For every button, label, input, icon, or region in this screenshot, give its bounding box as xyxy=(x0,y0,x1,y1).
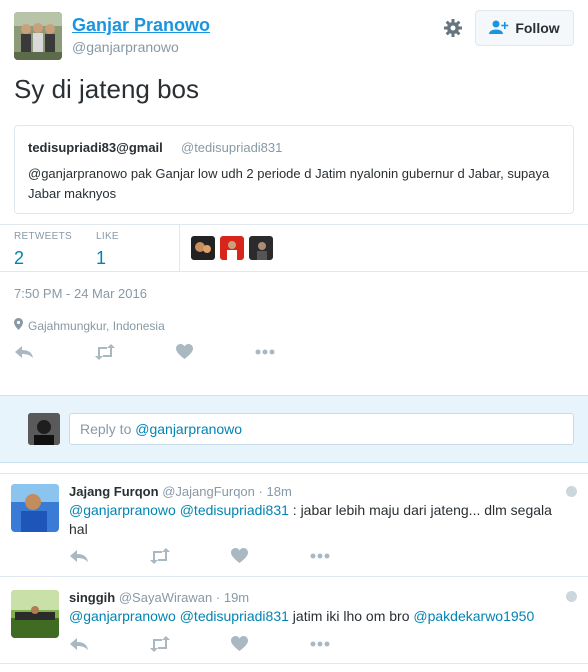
reply-avatar[interactable] xyxy=(11,590,59,638)
heart-icon[interactable] xyxy=(176,344,193,365)
retweet-icon[interactable] xyxy=(149,548,171,569)
reply-text: @ganjarpranowo @tedisupriadi831 : jabar … xyxy=(69,501,569,539)
reply-author-name-text: singgih xyxy=(69,590,116,605)
reply-actions xyxy=(69,636,339,652)
likes-label: LIKE xyxy=(96,231,119,242)
more-icon[interactable] xyxy=(255,344,275,365)
reply-author-handle: @JajangFurqon xyxy=(162,484,255,499)
quoted-author-handle: @tedisupriadi831 xyxy=(181,140,283,155)
divider xyxy=(0,224,588,225)
reply-menu-icon[interactable] xyxy=(566,591,577,602)
divider xyxy=(0,271,588,272)
reply-body: jatim iki lho om bro xyxy=(288,608,414,624)
likers-avatars xyxy=(191,236,273,260)
reply-mentions[interactable]: @ganjarpranowo @tedisupriadi831 xyxy=(69,502,289,518)
tweet-location[interactable]: Gajahmungkur, Indonesia xyxy=(14,318,165,333)
reply-sep: · xyxy=(258,484,263,499)
reply-avatar[interactable] xyxy=(11,484,59,532)
follow-button[interactable]: Follow xyxy=(475,10,574,46)
reply-placeholder-mention: @ganjarpranowo xyxy=(135,421,243,437)
reply-icon[interactable] xyxy=(14,344,34,365)
likes-count: 1 xyxy=(96,248,107,268)
current-user-avatar xyxy=(28,413,60,445)
author-name[interactable]: Ganjar Pranowo xyxy=(72,15,210,36)
retweet-icon[interactable] xyxy=(94,344,116,365)
divider xyxy=(179,225,180,271)
reply-icon[interactable] xyxy=(69,548,89,569)
reply-time[interactable]: 19m xyxy=(224,590,249,605)
reply-tweet[interactable]: Jajang Furqon @JajangFurqon · 18m @ganja… xyxy=(0,473,588,577)
reply-mention-2[interactable]: @pakdekarwo1950 xyxy=(413,608,534,624)
reply-mentions[interactable]: @ganjarpranowo @tedisupriadi831 xyxy=(69,608,289,624)
retweets-count: 2 xyxy=(14,248,25,268)
likes-stat[interactable]: LIKE 1 xyxy=(96,231,119,269)
heart-icon[interactable] xyxy=(231,548,248,569)
more-icon[interactable] xyxy=(310,636,330,657)
reply-sep: · xyxy=(215,590,221,605)
reply-actions xyxy=(69,548,339,564)
author-handle[interactable]: @ganjarpranowo xyxy=(72,39,179,55)
add-user-icon xyxy=(489,20,509,37)
liker-avatar[interactable] xyxy=(220,236,244,260)
quoted-author-name: tedisupriadi83@gmail xyxy=(28,140,163,155)
retweet-icon[interactable] xyxy=(149,636,171,657)
quoted-text: @ganjarpranowo pak Ganjar low udh 2 peri… xyxy=(28,166,550,201)
heart-icon[interactable] xyxy=(231,636,248,657)
reply-text: @ganjarpranowo @tedisupriadi831 jatim ik… xyxy=(69,607,569,626)
reply-time[interactable]: 18m xyxy=(266,484,291,499)
retweets-stat[interactable]: RETWEETS 2 xyxy=(14,231,72,269)
more-icon[interactable] xyxy=(310,548,330,569)
reply-author-name-text: Jajang Furqon xyxy=(69,484,159,499)
liker-avatar[interactable] xyxy=(249,236,273,260)
reply-placeholder-prefix: Reply to xyxy=(80,421,136,437)
reply-icon[interactable] xyxy=(69,636,89,657)
reply-author-name[interactable]: Jajang Furqon @JajangFurqon · 18m xyxy=(69,484,292,499)
reply-tweet[interactable]: singgih @SayaWirawan · 19m @ganjarpranow… xyxy=(0,578,588,664)
quoted-tweet[interactable]: tedisupriadi83@gmail @tedisupriadi831 @g… xyxy=(14,125,574,214)
follow-label: Follow xyxy=(515,20,560,36)
tweet-timestamp[interactable]: 7:50 PM - 24 Mar 2016 xyxy=(14,286,147,301)
reply-menu-icon[interactable] xyxy=(566,486,577,497)
location-label: Gajahmungkur, Indonesia xyxy=(28,318,165,333)
reply-input[interactable]: Reply to @ganjarpranowo xyxy=(69,413,574,445)
reply-composer: Reply to @ganjarpranowo xyxy=(0,395,588,463)
author-avatar[interactable] xyxy=(14,12,62,60)
location-pin-icon xyxy=(14,318,23,333)
reply-author-name[interactable]: singgih @SayaWirawan · 19m xyxy=(69,590,249,605)
gear-icon[interactable] xyxy=(443,18,463,38)
reply-author-handle: @SayaWirawan xyxy=(118,590,213,605)
liker-avatar[interactable] xyxy=(191,236,215,260)
tweet-text: Sy di jateng bos xyxy=(14,74,200,104)
retweets-label: RETWEETS xyxy=(14,231,72,242)
